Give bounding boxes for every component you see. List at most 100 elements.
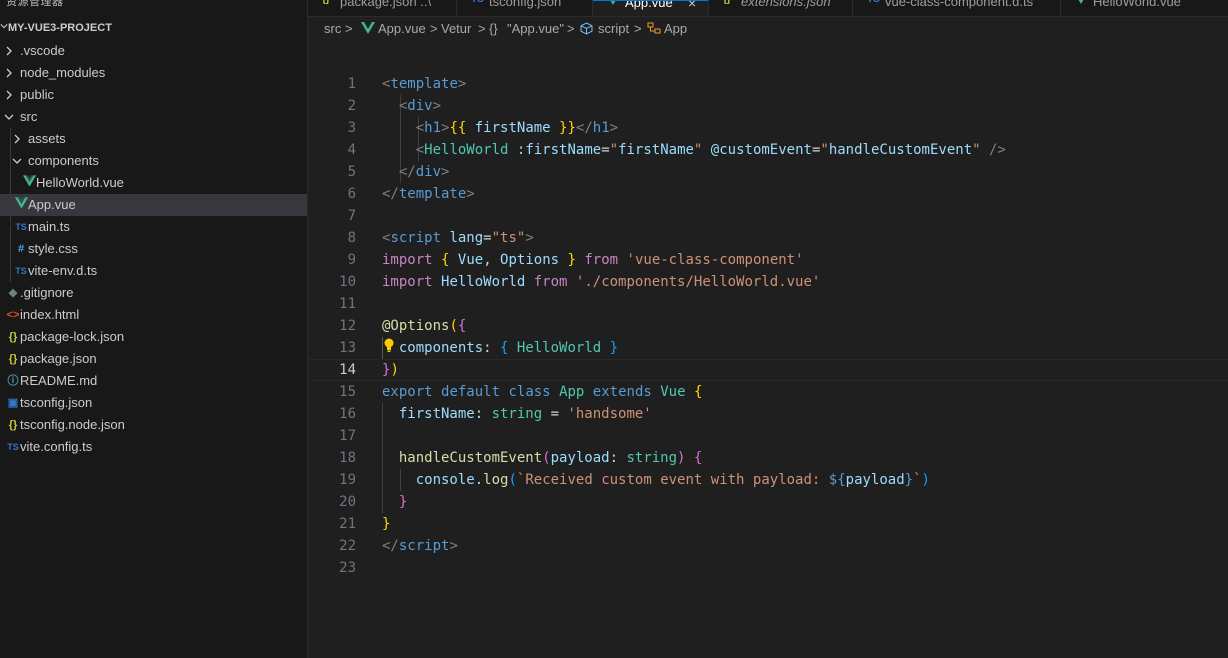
tab-extensions-json[interactable]: {} extensions.json [709,0,853,16]
tree-item-app-vue[interactable]: App.vue [0,194,307,216]
breadcrumb-vetur[interactable]: Vetur [441,17,471,41]
tree-item-readme-md[interactable]: ⓘ README.md [0,370,307,392]
breadcrumb-file[interactable]: App.vue [378,17,426,41]
line-number: 8 [347,230,356,246]
json-icon: {} [322,0,330,5]
more-actions-icon[interactable]: ··· [274,0,291,5]
code-line: 21} [308,513,1228,535]
tree-item-label: package.json [20,351,97,366]
explorer-title-bar: 资源管理器 ··· [0,0,307,8]
line-number: 2 [347,98,356,114]
json-icon: {} [8,331,18,343]
code-line: 18 handleCustomEvent(payload: string) { [308,447,1228,469]
line-number: 19 [339,472,356,488]
tree-item-label: .vscode [20,43,65,58]
tab-helloworld-vue[interactable]: HelloWorld.vue [1061,0,1228,16]
tree-item-gitignore[interactable]: ◆ .gitignore [0,282,307,304]
tree-item-vscode[interactable]: .vscode [0,40,307,62]
lightbulb-icon[interactable] [383,337,395,353]
tab-label: tsconfig.json [489,0,562,9]
tree-item-vite-env-d-ts[interactable]: TS vite-env.d.ts [0,260,307,282]
tab-label: extensions.json [741,0,831,9]
tab-label: HelloWorld.vue [1093,0,1181,9]
tree-item-label: components [28,153,99,168]
code-text: handleCustomEvent(payload: string) { [398,450,703,466]
tab-vue-class-component-d-ts[interactable]: TS vue-class-component.d.ts [853,0,1061,16]
code-text: <div> [398,98,442,114]
line-number: 1 [347,76,356,92]
tree-item-node-modules[interactable]: node_modules [0,62,307,84]
code-text: import { Vue, Options } from 'vue-class-… [382,252,804,268]
line-number: 22 [339,538,356,554]
tree-item-tsconfig-node-json[interactable]: {} tsconfig.node.json [0,414,307,436]
tree-item-label: src [20,109,38,124]
tree-item-vite-config-ts[interactable]: TS vite.config.ts [0,436,307,458]
explorer-title: 资源管理器 [6,0,64,8]
code-line: 7 [308,205,1228,227]
tree-item-components[interactable]: components [0,150,307,172]
chevron-right-icon: > [478,21,486,36]
code-text: } [398,494,408,510]
cube-icon [580,17,593,41]
line-number: 16 [339,406,356,422]
tree-item-label: README.md [20,373,98,388]
code-line: 2 <div> [308,95,1228,117]
tree-item-public[interactable]: public [0,84,307,106]
code-text: firstName: string = 'handsome' [398,406,652,422]
tree-item-main-ts[interactable]: TS main.ts [0,216,307,238]
breadcrumb-script[interactable]: script [598,17,629,41]
tree-item-assets[interactable]: assets [0,128,307,150]
tree-item-package-lock-json[interactable]: {} package-lock.json [0,326,307,348]
code-editor[interactable]: 1 <template> 2 <div> 3 <h1>{{ firstName }}<… [308,73,1228,658]
code-text: @Options({ [382,318,467,334]
chevron-down-icon [0,24,8,29]
css-icon: # [17,243,25,255]
line-number: 12 [339,318,356,334]
code-text: </script> [382,538,458,554]
braces-icon: {} [489,21,498,36]
tree-item-index-html[interactable]: <> index.html [0,304,307,326]
code-text: import HelloWorld from './components/Hel… [382,274,821,290]
line-number: 9 [347,252,356,268]
tree-item-label: .gitignore [20,285,74,300]
git-icon: ◆ [8,287,18,299]
tree-item-package-json[interactable]: {} package.json [0,348,307,370]
tab-app-vue[interactable]: App.vue × [593,0,709,16]
tree-item-src[interactable]: src [0,106,307,128]
vue-icon [14,194,28,216]
typescript-icon: TS [867,0,880,5]
line-number: 5 [347,164,356,180]
line-number: 6 [347,186,356,202]
chevron-right-icon: > [634,21,642,36]
line-number: 23 [339,560,356,576]
typescript-icon: TS [15,222,27,232]
chevron-right-icon [14,134,20,144]
code-line: 4 <HelloWorld :firstName="firstName" @cu… [308,139,1228,161]
tree-item-helloworld-vue[interactable]: HelloWorld.vue [0,172,307,194]
code-line: 15 export default class App extends Vue { [308,381,1228,403]
tree-item-style-css[interactable]: # style.css [0,238,307,260]
tree-item-tsconfig-json[interactable]: ▣ tsconfig.json [0,392,307,414]
code-text: <h1>{{ firstName }}</h1> [415,120,619,136]
tree-item-label: index.html [20,307,80,322]
code-text: components: { HelloWorld } [398,340,619,356]
project-folder-header[interactable]: MY-VUE3-PROJECT [0,19,307,39]
breadcrumb-app[interactable]: App [664,17,687,41]
vue-icon [607,1,619,8]
editor-tab-bar: {} package.json ..\ TS tsconfig.json App.vue… [308,0,1228,17]
code-text: </template> [382,186,475,202]
breadcrumb-src[interactable]: src [324,17,341,41]
tab-package-json[interactable]: {} package.json ..\ [308,0,457,16]
close-icon[interactable]: × [688,1,696,11]
tree-item-label: style.css [28,241,78,256]
breadcrumb-block[interactable]: "App.vue" [507,17,564,41]
code-line: 17 [308,425,1228,447]
chevron-right-icon [6,90,12,100]
chevron-right-icon: > [345,21,353,36]
tab-label: App.vue [625,0,673,10]
tab-tsconfig-json[interactable]: TS tsconfig.json [457,0,593,16]
typescript-icon: TS [471,0,484,5]
code-line: 1 <template> [308,73,1228,95]
vue-icon [1075,0,1087,7]
code-text: <script lang="ts"> [382,230,534,246]
